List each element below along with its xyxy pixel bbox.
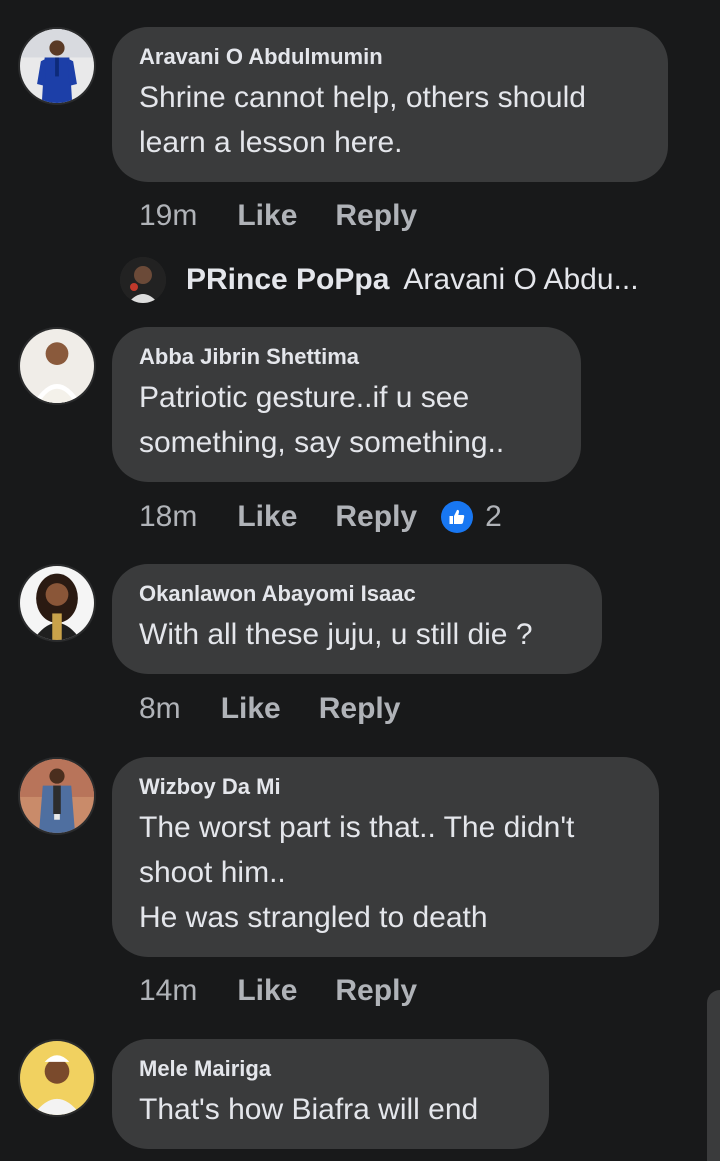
man-denim-jacket-avatar (20, 759, 94, 833)
timestamp[interactable]: 19m (139, 199, 197, 233)
comment-text-line: something, say something.. (139, 426, 505, 459)
comment-author[interactable]: Okanlawon Abayomi Isaac (139, 580, 575, 608)
reply-button[interactable]: Reply (319, 692, 401, 726)
comment-bubble: Abba Jibrin Shettima Patriotic gesture..… (112, 327, 581, 482)
avatar[interactable] (18, 564, 96, 642)
comment-actions: 18m Like Reply 2 (139, 497, 502, 537)
comment-text-line: With all these juju, u still die ? (139, 618, 533, 651)
avatar[interactable] (18, 27, 96, 105)
comment-text: Patriotic gesture..if u see something, s… (139, 375, 554, 465)
avatar[interactable] (18, 327, 96, 405)
like-button[interactable]: Like (221, 692, 281, 726)
comment-text-line: He was strangled to death (139, 901, 488, 934)
reply-button[interactable]: Reply (335, 974, 417, 1008)
comments-thread: Aravani O Abdulmumin Shrine cannot help,… (0, 0, 720, 1161)
comment-text: Shrine cannot help, others should learn … (139, 75, 641, 165)
like-button[interactable]: Like (237, 199, 297, 233)
comment-text: The worst part is that.. The didn't shoo… (139, 805, 632, 940)
avatar[interactable] (18, 757, 96, 835)
comment-actions: 19m Like Reply (139, 196, 455, 236)
man-white-cap-avatar (20, 1041, 94, 1115)
reply-button[interactable]: Reply (335, 199, 417, 233)
comment-bubble: Wizboy Da Mi The worst part is that.. Th… (112, 757, 659, 957)
timestamp[interactable]: 8m (139, 692, 181, 726)
timestamp[interactable]: 14m (139, 974, 197, 1008)
reply-snippet: Aravani O Abdu... (403, 263, 639, 296)
timestamp[interactable]: 18m (139, 500, 197, 534)
reaction-summary[interactable]: 2 (441, 500, 502, 534)
comment-bubble: Mele Mairiga That's how Biafra will end (112, 1039, 549, 1149)
reply-preview[interactable]: PRince PoPpa Aravani O Abdu... (120, 256, 639, 304)
comment-bubble: Aravani O Abdulmumin Shrine cannot help,… (112, 27, 668, 182)
reaction-count: 2 (485, 500, 502, 533)
comment-bubble: Okanlawon Abayomi Isaac With all these j… (112, 564, 602, 674)
comment-actions: 14m Like Reply (139, 971, 455, 1011)
comment-text: That's how Biafra will end (139, 1087, 522, 1132)
reply-author[interactable]: PRince PoPpa (186, 263, 389, 297)
person-white-attire-avatar (20, 329, 94, 403)
comment-text-line: Shrine cannot help, others should (139, 81, 586, 114)
comment-actions: 8m Like Reply (139, 689, 438, 729)
reply-avatar-icon (120, 257, 166, 303)
avatar[interactable] (18, 1039, 96, 1117)
person-blue-attire-avatar (20, 29, 94, 103)
comment-author[interactable]: Wizboy Da Mi (139, 773, 632, 801)
like-button[interactable]: Like (237, 500, 297, 534)
comment-author[interactable]: Abba Jibrin Shettima (139, 343, 554, 371)
comment-text: With all these juju, u still die ? (139, 612, 575, 657)
scrollbar[interactable] (707, 990, 720, 1161)
reply-avatar (120, 257, 166, 303)
reply-button[interactable]: Reply (335, 500, 417, 534)
comment-author[interactable]: Mele Mairiga (139, 1055, 522, 1083)
comment-text-line: That's how Biafra will end (139, 1093, 479, 1126)
comment-text-line: learn a lesson here. (139, 126, 403, 159)
woman-portrait-avatar (20, 566, 94, 640)
comment-text-line: shoot him.. (139, 856, 286, 889)
comment-text-line: The worst part is that.. The didn't (139, 811, 575, 844)
thumbs-up-icon (441, 501, 474, 533)
comment-author[interactable]: Aravani O Abdulmumin (139, 43, 641, 71)
like-button[interactable]: Like (237, 974, 297, 1008)
comment-text-line: Patriotic gesture..if u see (139, 381, 470, 414)
